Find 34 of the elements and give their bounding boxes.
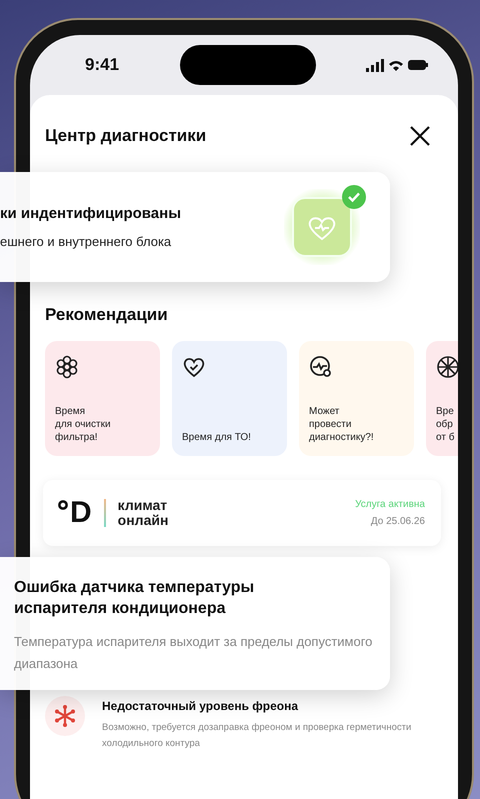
snowflake-icon [45, 696, 85, 736]
section-title: Рекомендации [45, 305, 168, 325]
wifi-icon [389, 59, 403, 71]
service-date: До 25.06.26 [370, 516, 425, 527]
logo-dot-icon [58, 500, 68, 510]
recommendation-text: Может провести диагностику?! [309, 405, 374, 444]
service-status: Услуга активна [355, 499, 425, 510]
recommendation-card[interactable]: Время для ТО! [172, 341, 287, 456]
sheet-title: Центр диагностики [45, 126, 206, 146]
card-title: ки индентифицированы [0, 205, 182, 222]
battery-icon [408, 60, 428, 70]
fan-icon [436, 355, 458, 379]
issue-title: Недостаточный уровень фреона [102, 699, 300, 713]
card-subtitle: ешнего и внутреннего блока [0, 234, 172, 249]
logo-letter: D [70, 498, 92, 528]
recommendation-text: Время для очистки фильтра! [55, 405, 111, 444]
error-title: Ошибка датчика температуры испарителя кондиционера [14, 578, 256, 619]
recommendation-card[interactable]: Вре обр от б [426, 341, 458, 456]
recommendation-text: Время для ТО! [182, 431, 251, 444]
error-description: Температура испарителя выходит за пределы допустимого диапазона [14, 633, 374, 673]
heart-icon [182, 355, 206, 379]
close-icon[interactable] [409, 125, 431, 147]
recommendation-card[interactable]: Может провести диагностику?! [299, 341, 414, 456]
gauge-icon [309, 355, 333, 379]
logo-divider [104, 499, 106, 527]
issue-description: Возможно, требуется дозаправка фреоном и проверка герметичности холодильного контура [102, 721, 412, 751]
status-time: 9:41 [85, 55, 120, 75]
recommendation-card[interactable]: Время для очистки фильтра! [45, 341, 160, 456]
recommendation-text: Вре обр от б [436, 405, 454, 444]
heart-pulse-icon [292, 197, 352, 257]
logo-name: климат онлайн [118, 498, 168, 528]
service-card[interactable]: D климат онлайн Услуга активна До 25.06.26 [43, 480, 441, 546]
signal-icon [366, 58, 384, 72]
flower-icon [55, 355, 79, 379]
